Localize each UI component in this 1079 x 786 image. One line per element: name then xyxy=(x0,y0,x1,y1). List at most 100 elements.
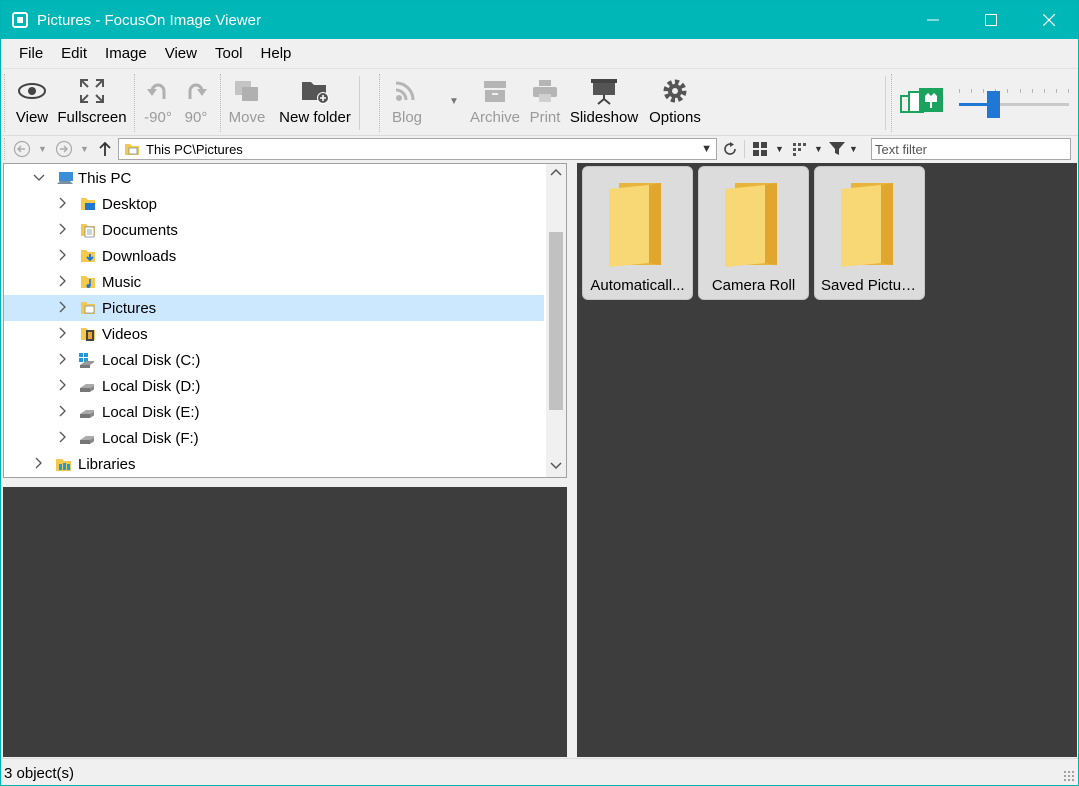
archive-label: Archive xyxy=(469,109,521,126)
zoom-slider[interactable] xyxy=(959,91,1069,118)
address-grip[interactable] xyxy=(4,138,7,160)
blog-button[interactable]: Blog xyxy=(387,74,427,132)
options-button[interactable]: Options xyxy=(646,74,704,132)
toolbar: View Fullscreen -90° 90° Move New folder xyxy=(1,70,1078,136)
panel-splitter[interactable] xyxy=(567,163,577,757)
back-dropdown-icon[interactable]: ▼ xyxy=(38,144,47,154)
expand-chevron-icon[interactable] xyxy=(57,301,69,316)
rss-icon xyxy=(395,81,415,101)
tree-item-documents[interactable]: Documents xyxy=(4,217,544,243)
toolbar-grip-2[interactable] xyxy=(134,74,137,132)
move-button[interactable]: Move xyxy=(227,74,267,132)
maximize-button[interactable] xyxy=(962,1,1020,39)
toolbar-grip-4[interactable] xyxy=(379,74,382,132)
toolbar-grip-3[interactable] xyxy=(220,74,223,132)
close-button[interactable] xyxy=(1020,1,1078,39)
tree-item-this-pc[interactable]: This PC xyxy=(4,165,544,191)
tree-item-label: Documents xyxy=(102,221,178,239)
downloads-folder-icon xyxy=(81,250,95,262)
menu-edit[interactable]: Edit xyxy=(52,39,96,69)
scroll-up-icon[interactable] xyxy=(550,168,562,179)
expand-chevron-icon[interactable] xyxy=(57,275,69,290)
view-button[interactable]: View xyxy=(13,74,51,132)
print-label: Print xyxy=(529,109,561,126)
tree-item-libraries[interactable]: Libraries xyxy=(4,451,544,477)
blog-dropdown-icon[interactable]: ▼ xyxy=(449,96,459,107)
filter-dropdown-icon[interactable]: ▼ xyxy=(849,144,858,154)
windows-drive-icon xyxy=(79,353,94,368)
sort-dropdown-icon[interactable]: ▼ xyxy=(814,144,823,154)
collapse-chevron-icon[interactable] xyxy=(33,171,45,185)
new-folder-button[interactable]: New folder xyxy=(275,74,355,132)
text-filter-input[interactable] xyxy=(871,138,1071,160)
tree-item-label: Libraries xyxy=(78,455,136,473)
view-mode-dropdown-icon[interactable]: ▼ xyxy=(775,144,784,154)
forward-dropdown-icon[interactable]: ▼ xyxy=(80,144,89,154)
expand-chevron-icon[interactable] xyxy=(57,431,69,446)
eye-icon xyxy=(18,83,46,99)
tree-scrollbar[interactable] xyxy=(546,164,566,477)
resize-grip-icon[interactable] xyxy=(1063,770,1075,782)
pictures-folder-icon xyxy=(81,302,95,314)
grid-view-icon[interactable] xyxy=(753,142,767,156)
folder-thumbnail[interactable]: Camera Roll xyxy=(698,166,809,300)
rotate-right-button[interactable]: 90° xyxy=(181,74,211,132)
menu-file[interactable]: File xyxy=(10,39,52,69)
expand-chevron-icon[interactable] xyxy=(57,353,69,368)
options-label: Options xyxy=(649,109,701,126)
rotate-left-button[interactable]: -90° xyxy=(141,74,175,132)
folder-thumbnail[interactable]: Saved Pictures xyxy=(814,166,925,300)
tree-item-downloads[interactable]: Downloads xyxy=(4,243,544,269)
tree-item-music[interactable]: Music xyxy=(4,269,544,295)
preview-pane xyxy=(3,487,567,757)
minimize-button[interactable] xyxy=(904,1,962,39)
tree-item-pictures[interactable]: Pictures xyxy=(4,295,544,321)
drive-icon xyxy=(80,410,94,418)
filter-icon[interactable] xyxy=(829,142,845,156)
tree-item-label: Local Disk (F:) xyxy=(102,429,199,447)
address-bar: ▼ ▼ This PC\Pictures ▼ ▼ ▼ ▼ xyxy=(1,136,1078,162)
move-icon xyxy=(235,81,258,101)
archive-button[interactable]: Archive xyxy=(469,74,521,132)
folder-thumbnail[interactable]: Automaticall... xyxy=(582,166,693,300)
expand-chevron-icon[interactable] xyxy=(57,249,69,264)
expand-chevron-icon[interactable] xyxy=(57,327,69,342)
address-input[interactable]: This PC\Pictures ▼ xyxy=(118,138,717,160)
back-icon[interactable] xyxy=(13,140,33,158)
slideshow-button[interactable]: Slideshow xyxy=(569,74,639,132)
tree-item-label: Downloads xyxy=(102,247,177,265)
tree-item-local-disk-f[interactable]: Local Disk (F:) xyxy=(4,425,544,451)
expand-chevron-icon[interactable] xyxy=(57,405,69,420)
toolbar-grip-5[interactable] xyxy=(891,74,894,132)
menu-view[interactable]: View xyxy=(156,39,206,69)
zoom-slider-thumb[interactable] xyxy=(987,91,1000,118)
menu-help[interactable]: Help xyxy=(252,39,301,69)
computer-icon xyxy=(57,172,73,184)
print-button[interactable]: Print xyxy=(527,74,563,132)
tree-item-videos[interactable]: Videos xyxy=(4,321,544,347)
tree-scrollbar-thumb[interactable] xyxy=(549,232,563,410)
tree-item-local-disk-e[interactable]: Local Disk (E:) xyxy=(4,399,544,425)
scroll-down-icon[interactable] xyxy=(550,462,562,473)
menu-tool[interactable]: Tool xyxy=(206,39,252,69)
tree-item-desktop[interactable]: Desktop xyxy=(4,191,544,217)
thumbnail-label: Saved Pictures xyxy=(821,277,922,294)
sort-icon[interactable] xyxy=(793,142,813,156)
fullscreen-button[interactable]: Fullscreen xyxy=(57,74,127,132)
up-arrow-icon[interactable] xyxy=(97,140,113,158)
expand-chevron-icon[interactable] xyxy=(33,457,45,472)
expand-chevron-icon[interactable] xyxy=(57,379,69,394)
expand-chevron-icon[interactable] xyxy=(57,197,69,212)
toolbar-grip[interactable] xyxy=(4,74,7,132)
tree-item-local-disk-c[interactable]: Local Disk (C:) xyxy=(4,347,544,373)
expand-chevron-icon[interactable] xyxy=(57,223,69,238)
maximize-icon xyxy=(985,14,997,26)
menu-image[interactable]: Image xyxy=(96,39,156,69)
rotate-left-icon xyxy=(147,83,166,99)
address-dropdown-icon[interactable]: ▼ xyxy=(701,143,712,155)
view-label: View xyxy=(15,109,49,126)
forward-icon[interactable] xyxy=(55,140,75,158)
tree-item-local-disk-d[interactable]: Local Disk (D:) xyxy=(4,373,544,399)
refresh-icon[interactable] xyxy=(722,141,738,157)
archive-icon xyxy=(484,81,506,102)
